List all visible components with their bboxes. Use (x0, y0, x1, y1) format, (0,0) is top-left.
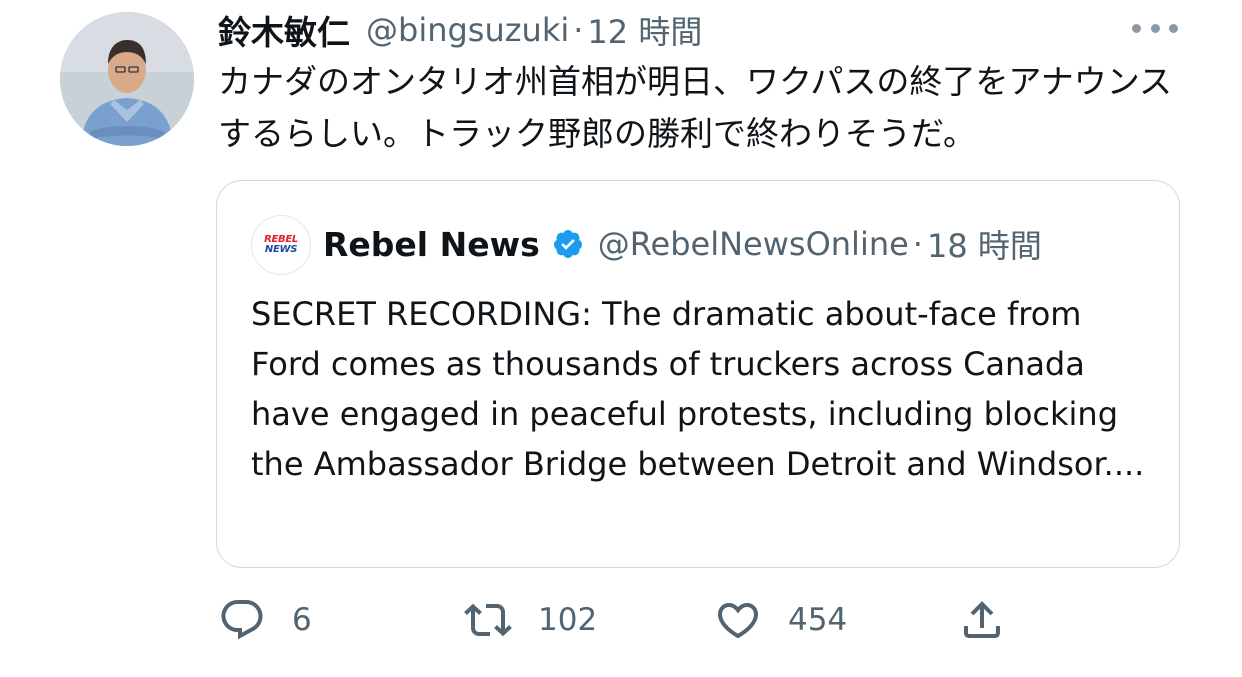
share-button[interactable] (958, 590, 1006, 650)
quoted-tweet[interactable]: REBEL NEWS Rebel News @RebelNewsOnline ·… (216, 180, 1180, 568)
quoted-tweet-timestamp: 18 時間 (926, 227, 1042, 265)
quoted-author-avatar[interactable]: REBEL NEWS (251, 215, 311, 275)
header-separator: · (573, 11, 584, 49)
verified-badge-icon (553, 230, 582, 258)
author-display-name[interactable]: 鈴木敏仁 (218, 6, 350, 54)
retweet-icon (464, 603, 512, 637)
reply-button[interactable]: 6 (218, 590, 312, 650)
quoted-author-display-name: Rebel News (323, 224, 540, 264)
quoted-author-handle: @RebelNewsOnline (597, 225, 909, 263)
tweet-header: 鈴木敏仁 @bingsuzuki · 12 時間 (218, 8, 702, 52)
heart-icon (717, 603, 759, 639)
quoted-header-separator: · (912, 225, 923, 263)
quoted-tweet-header: Rebel News @RebelNewsOnline · 18 時間 (323, 221, 1042, 267)
rebel-news-logo-line2: NEWS (264, 244, 298, 255)
like-count: 454 (788, 602, 848, 638)
retweet-count: 102 (538, 602, 598, 638)
quoted-tweet-text: SECRET RECORDING: The dramatic about-fac… (251, 295, 1145, 483)
retweet-button[interactable]: 102 (464, 590, 597, 650)
tweet-actions-bar: 6 102 454 (0, 590, 1242, 650)
author-photo (60, 12, 194, 146)
reply-count: 6 (292, 602, 312, 638)
author-avatar[interactable] (60, 12, 194, 146)
tweet-text: カナダのオンタリオ州首相が明日、ワクパスの終了をアナウンスするらしい。トラック野… (218, 62, 1173, 153)
more-options-icon[interactable] (1132, 16, 1178, 40)
author-handle[interactable]: @bingsuzuki (366, 11, 569, 49)
reply-icon (221, 600, 263, 640)
share-icon (964, 601, 1000, 638)
like-button[interactable]: 454 (714, 590, 847, 650)
tweet: 鈴木敏仁 @bingsuzuki · 12 時間 カナダのオンタリオ州首相が明日… (0, 0, 1242, 677)
tweet-timestamp[interactable]: 12 時間 (587, 7, 702, 53)
